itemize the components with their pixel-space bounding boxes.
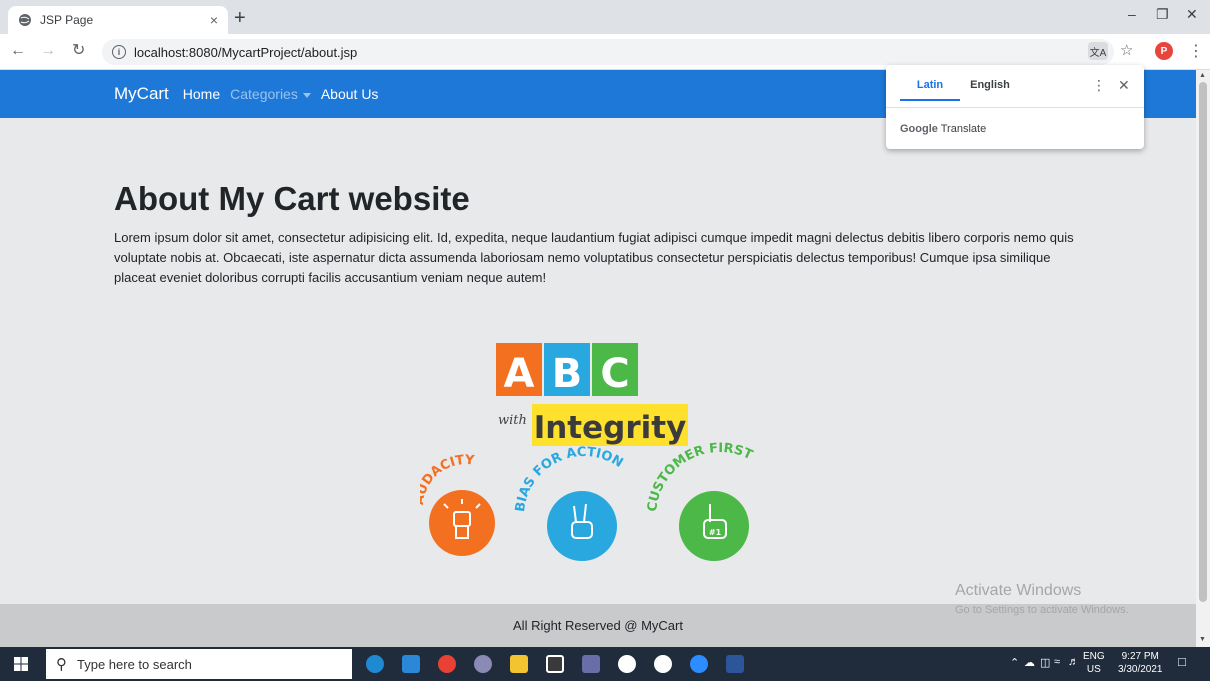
customer-first-circle (679, 491, 749, 561)
taskbar-search-input[interactable]: ⚲ Type here to search (46, 649, 352, 679)
tray-chevron-icon[interactable]: ⌃ (1010, 656, 1019, 669)
mail-icon[interactable] (402, 655, 420, 673)
clock-time: 9:27 PM (1121, 651, 1159, 662)
logo-letter-a: A (504, 351, 535, 397)
paint-icon[interactable] (474, 655, 492, 673)
taskbar-clock[interactable]: 9:27 PM 3/30/2021 (1118, 650, 1163, 676)
navbar-brand[interactable]: MyCart (114, 84, 169, 104)
translate-brand-text: Translate (940, 123, 987, 135)
translate-tab-source[interactable]: Latin (900, 79, 960, 101)
logo-integrity-text: Integrity (534, 410, 687, 446)
search-icon: ⚲ (56, 656, 67, 673)
battery-icon[interactable]: ◫ (1040, 656, 1050, 669)
reload-icon[interactable]: ↻ (72, 42, 85, 60)
store-icon[interactable] (546, 655, 564, 673)
abc-integrity-logo: A B C with Integrity AUDACITY BIAS FOR A… (420, 343, 755, 561)
watermark-line-1: Activate Windows (955, 582, 1082, 599)
google-brand-text: Google (900, 123, 938, 135)
scrollbar-thumb[interactable] (1199, 82, 1207, 602)
url-text: localhost:8080/MycartProject/about.jsp (134, 44, 358, 60)
back-icon[interactable]: ← (10, 42, 26, 60)
translate-language-tabs: Latin English (900, 79, 1020, 101)
caret-down-icon (302, 92, 311, 98)
windows-start-icon[interactable] (14, 657, 28, 671)
logo-letter-c: C (600, 351, 629, 397)
minimize-icon[interactable]: – (1128, 6, 1136, 22)
google-translate-brand: Google Translate (900, 123, 986, 135)
globe-icon (19, 14, 31, 26)
vscode-icon[interactable] (582, 655, 600, 673)
wifi-icon[interactable]: ≈ (1054, 656, 1060, 668)
translate-close-icon[interactable]: ✕ (1118, 77, 1130, 94)
edge-icon[interactable] (366, 655, 384, 673)
bookmark-star-icon[interactable]: ☆ (1120, 41, 1133, 59)
new-tab-button[interactable]: + (234, 8, 246, 28)
number-one-badge-text: #1 (709, 528, 722, 537)
restore-icon[interactable]: ❐ (1156, 6, 1169, 23)
clock-date: 3/30/2021 (1118, 664, 1163, 675)
watermark-line-2: Go to Settings to activate Windows. (955, 604, 1129, 616)
notification-icon[interactable]: □ (1178, 654, 1186, 669)
eclipse-2-icon[interactable] (654, 655, 672, 673)
browser-tab[interactable]: JSP Page × (8, 6, 228, 34)
page-title: About My Cart website (114, 180, 470, 217)
lang-line-2: US (1086, 664, 1101, 675)
translate-icon[interactable]: 文A (1088, 42, 1108, 60)
volume-icon[interactable]: ♬ (1068, 656, 1079, 668)
site-info-icon[interactable]: i (112, 45, 126, 59)
browser-tab-strip: JSP Page × + – ❐ ✕ (0, 0, 1210, 34)
file-explorer-icon[interactable] (510, 655, 528, 673)
translate-more-icon[interactable]: ⋮ (1092, 77, 1106, 94)
nav-link-about[interactable]: About Us (321, 86, 379, 102)
page-viewport: MyCart Home Categories About Us About My… (0, 70, 1196, 647)
logo-letter-b: B (552, 351, 583, 397)
chrome-icon[interactable] (438, 655, 456, 673)
zoom-icon[interactable] (690, 655, 708, 673)
translate-tab-target[interactable]: English (960, 79, 1020, 101)
onedrive-icon[interactable]: ☁ (1024, 656, 1035, 669)
footer-text: All Right Reserved @ MyCart (513, 618, 683, 633)
taskbar-search-placeholder: Type here to search (77, 656, 192, 672)
scroll-down-icon[interactable]: ▼ (1199, 636, 1206, 643)
forward-icon[interactable]: → (40, 42, 56, 60)
windows-taskbar: ⚲ Type here to search ⌃ ☁ ◫ ≈ ♬ ENG US 9… (0, 647, 1210, 681)
windows-activation-watermark: Activate Windows Go to Settings to activ… (955, 582, 1129, 616)
page-scrollbar[interactable]: ▲ ▼ (1196, 70, 1210, 647)
lang-line-1: ENG (1083, 651, 1105, 662)
word-icon[interactable] (726, 655, 744, 673)
logo-with-text: with (498, 413, 527, 428)
about-paragraph: Lorem ipsum dolor sit amet, consectetur … (114, 230, 1074, 285)
tab-title: JSP Page (40, 13, 94, 27)
nav-link-home[interactable]: Home (183, 86, 220, 102)
input-language-indicator[interactable]: ENG US (1083, 650, 1105, 676)
profile-avatar[interactable]: P (1155, 42, 1173, 60)
translate-divider (886, 107, 1144, 108)
kebab-menu-icon[interactable]: ⋮ (1188, 41, 1204, 61)
address-bar[interactable]: i localhost:8080/MycartProject/about.jsp (102, 39, 1114, 65)
eclipse-icon[interactable] (618, 655, 636, 673)
translate-popup: Latin English ⋮ ✕ Google Translate (886, 65, 1144, 149)
tab-close-icon[interactable]: × (210, 12, 218, 28)
nav-link-categories-label: Categories (230, 86, 298, 102)
scroll-up-icon[interactable]: ▲ (1199, 72, 1206, 79)
nav-link-categories[interactable]: Categories (230, 86, 311, 102)
window-close-icon[interactable]: ✕ (1186, 6, 1198, 23)
bias-for-action-circle (547, 491, 617, 561)
